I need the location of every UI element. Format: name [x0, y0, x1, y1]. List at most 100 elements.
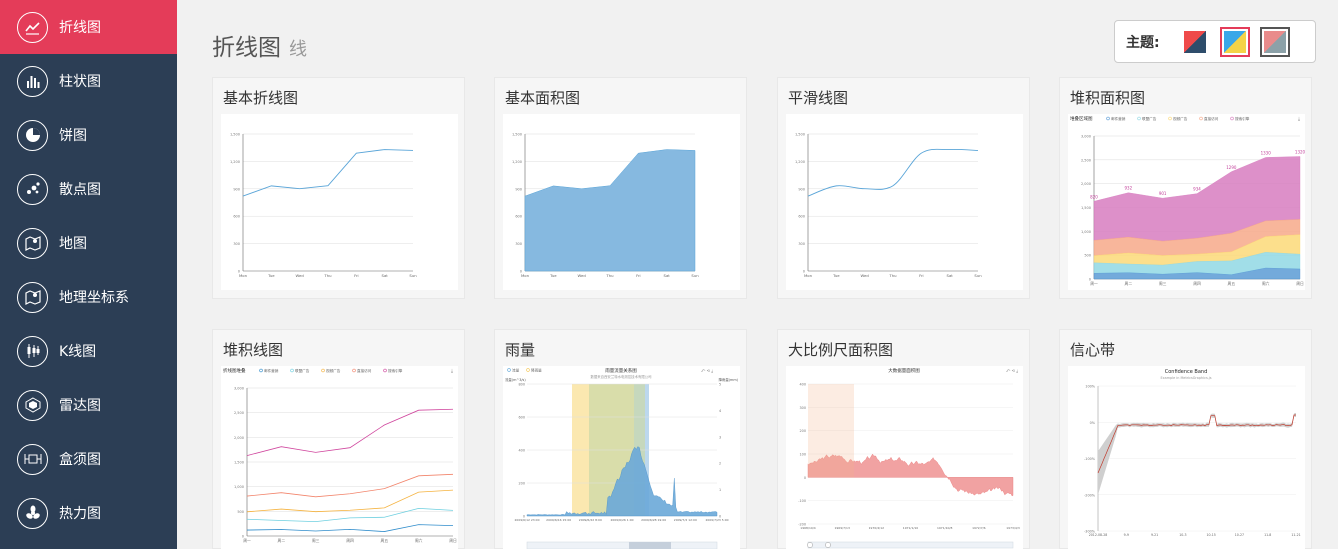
- x-tick-label: 9-21: [1151, 533, 1158, 537]
- legend-label: 搜索引擎: [388, 368, 403, 373]
- chart-card[interactable]: 信心带 Confidence Band Example in MetricsGrap…: [1059, 329, 1312, 549]
- sidebar-item-label: 热力图: [59, 506, 101, 522]
- legend-marker: [1106, 116, 1110, 121]
- pie-chart-icon: [17, 119, 48, 151]
- sidebar-item-label: K线图: [59, 344, 97, 360]
- y-tick-label: 200: [800, 429, 806, 433]
- datazoom-handle[interactable]: [629, 542, 671, 549]
- legend-label: 直接访问: [357, 368, 372, 373]
- y-tick-label-right: 4: [719, 409, 721, 413]
- x-tick-label: 2009/7/23 5:00: [705, 518, 728, 522]
- datazoom-slider[interactable]: [807, 541, 1014, 549]
- x-tick-label: 1972/7/6: [972, 526, 986, 530]
- y-axis-name-left: 流量(m^3/s): [505, 377, 526, 382]
- sidebar-item-7[interactable]: K线图: [0, 324, 177, 378]
- datazoom-handle[interactable]: [825, 542, 831, 548]
- y-tick-label: 400: [519, 449, 525, 453]
- chart-svg: 折线图堆叠 邮件营销 联盟广告 视频广告 直接访问 搜索引擎 ⤓05001,0001,500…: [223, 367, 457, 543]
- sidebar-item-4[interactable]: 散点图: [0, 162, 177, 216]
- stacked-line-series: [246, 473, 454, 498]
- legend-marker: [1168, 116, 1172, 121]
- x-tick-label: Sun: [691, 273, 699, 278]
- x-tick-label: Thu: [323, 273, 332, 278]
- card-title: 平滑线图: [788, 89, 849, 107]
- y-tick-label: 3,000: [1081, 135, 1091, 139]
- x-tick-label: 2012-08-28: [1089, 533, 1108, 537]
- x-tick-label: 周五: [381, 538, 389, 543]
- x-tick-label: 10-15: [1207, 533, 1216, 537]
- x-tick-label: 2009/6/28 19:00: [641, 518, 666, 522]
- x-tick-label: 1970/4/12: [869, 526, 884, 530]
- x-tick-label: 周四: [346, 538, 354, 543]
- chart-card[interactable]: 堆积线图 折线图堆叠 邮件营销 联盟广告 视频广告 直接访问 搜索引擎 ⤓ 0 500 1,000 1…: [212, 329, 465, 549]
- chart-thumbnail: 0 300 600 900 1,200 1,500 Mon Tue Wed Thu Fri Sat Su…: [221, 114, 458, 290]
- radar-icon: [17, 389, 48, 421]
- x-tick-label: 2009/7/2 12:00: [674, 518, 697, 522]
- legend-label: 视频广告: [326, 368, 341, 373]
- candlestick-icon: [17, 335, 48, 367]
- sidebar-item-label: 地理坐标系: [59, 290, 129, 306]
- legend-marker: [526, 368, 530, 372]
- theme-label: 主题:: [1126, 34, 1160, 51]
- bar-chart-icon: [17, 65, 48, 97]
- chart-card[interactable]: 堆积面积图 堆叠区域图 邮件营销 联盟广告 视频广告 直接访问 搜索引擎 ⤓ 0 500 1,000…: [1059, 77, 1312, 299]
- x-tick-label: 11-8: [1264, 533, 1271, 537]
- card-title: 堆积线图: [223, 341, 284, 359]
- chart-thumbnail: Confidence Band Example in MetricsGraphic…: [1068, 366, 1305, 549]
- theme-swatch-blue-yellow[interactable]: [1219, 26, 1250, 57]
- y-tick-label: 2,500: [1081, 158, 1091, 162]
- y-tick-label: 400: [800, 383, 806, 387]
- x-tick-label: 周三: [312, 538, 320, 543]
- data-label: 1320: [1295, 149, 1305, 154]
- x-tick-label: 9-9: [1124, 533, 1129, 537]
- x-tick-label: Sun: [974, 273, 982, 278]
- x-tick-label: Sat: [947, 273, 954, 278]
- theme-swatch-red[interactable]: [1180, 27, 1210, 57]
- y-tick-label: -100%: [1084, 457, 1096, 461]
- stacked-line-series: [246, 524, 454, 532]
- inner-chart-title: 堆叠区域图: [1070, 115, 1093, 122]
- y-tick-label: 200: [519, 482, 525, 486]
- y-tick-label: 500: [237, 510, 244, 514]
- legend-label: 邮件营销: [1111, 116, 1126, 121]
- sidebar-item-6[interactable]: 地理坐标系: [0, 270, 177, 324]
- sidebar-item-10[interactable]: 热力图: [0, 486, 177, 540]
- datazoom-slider[interactable]: [526, 541, 718, 549]
- chart-thumbnail: 0 300 600 900 1,200 1,500 Mon Tue Wed Thu Fri Sat Su…: [786, 114, 1023, 290]
- area-series: [524, 149, 696, 272]
- sidebar-item-2[interactable]: 柱状图: [0, 54, 177, 108]
- chart-card[interactable]: 大比例尺面积图 大数据量面积图 ⤺ ⟲ ⤓ 400 300 200 100 0 -100 -200…: [777, 329, 1030, 549]
- legend-marker: [290, 368, 294, 373]
- y-tick-label: 0%: [1090, 421, 1096, 425]
- x-tick-label: 1971/10/8: [937, 526, 952, 530]
- geo-icon: [17, 281, 48, 313]
- y-tick-label: 0: [804, 476, 806, 480]
- x-tick-label: Fri: [919, 273, 924, 278]
- card-title: 堆积面积图: [1070, 89, 1146, 107]
- download-icon: ⤓: [1298, 116, 1300, 122]
- sidebar-item-1[interactable]: 折线图: [0, 0, 177, 54]
- sidebar-item-5[interactable]: 地图: [0, 216, 177, 270]
- sidebar-item-8[interactable]: 雷达图: [0, 378, 177, 432]
- sidebar-item-3[interactable]: 饼图: [0, 108, 177, 162]
- heatmap-icon: [17, 497, 48, 529]
- y-tick-label: 1,500: [230, 133, 240, 137]
- y-tick-label-right: 2: [719, 462, 721, 466]
- x-tick-label: 10-27: [1235, 533, 1244, 537]
- datazoom-handle[interactable]: [807, 542, 813, 548]
- chart-svg: Confidence BandExample in MetricsGraphic…: [1084, 369, 1301, 537]
- y-tick-label-right: 5: [719, 383, 721, 387]
- y-tick-label: 1,500: [1081, 206, 1091, 210]
- y-tick-label: 300: [233, 242, 240, 246]
- x-tick-label: 10-3: [1179, 533, 1186, 537]
- sidebar-item-9[interactable]: 盒须图: [0, 432, 177, 486]
- legend-label: 搜索引擎: [1235, 116, 1250, 121]
- chart-card[interactable]: 基本折线图 0 300 600 900 1,200 1,500 Mon Tue Wed Thu Fri…: [212, 77, 465, 299]
- chart-thumbnail: 大数据量面积图 ⤺ ⟲ ⤓ 400 300 200 100 0 -100 -200 1968/10…: [786, 366, 1023, 549]
- chart-card[interactable]: 雨量 雨量流量关系图 数据来自西安兰特水电测控技术有限公司 流量 降雨量 ⤺ ⟲ ⤓ 流量(…: [494, 329, 747, 549]
- theme-swatch-gray[interactable]: [1259, 26, 1290, 57]
- chart-card[interactable]: 平滑线图 0 300 600 900 1,200 1,500 Mon Tue Wed Thu Fri S…: [777, 77, 1030, 299]
- x-tick-label: Sat: [664, 273, 671, 278]
- x-tick-label: Mon: [521, 273, 530, 278]
- chart-card[interactable]: 基本面积图 0 300 600 900 1,200 1,500 Mon Tue Wed Thu Fri…: [494, 77, 747, 299]
